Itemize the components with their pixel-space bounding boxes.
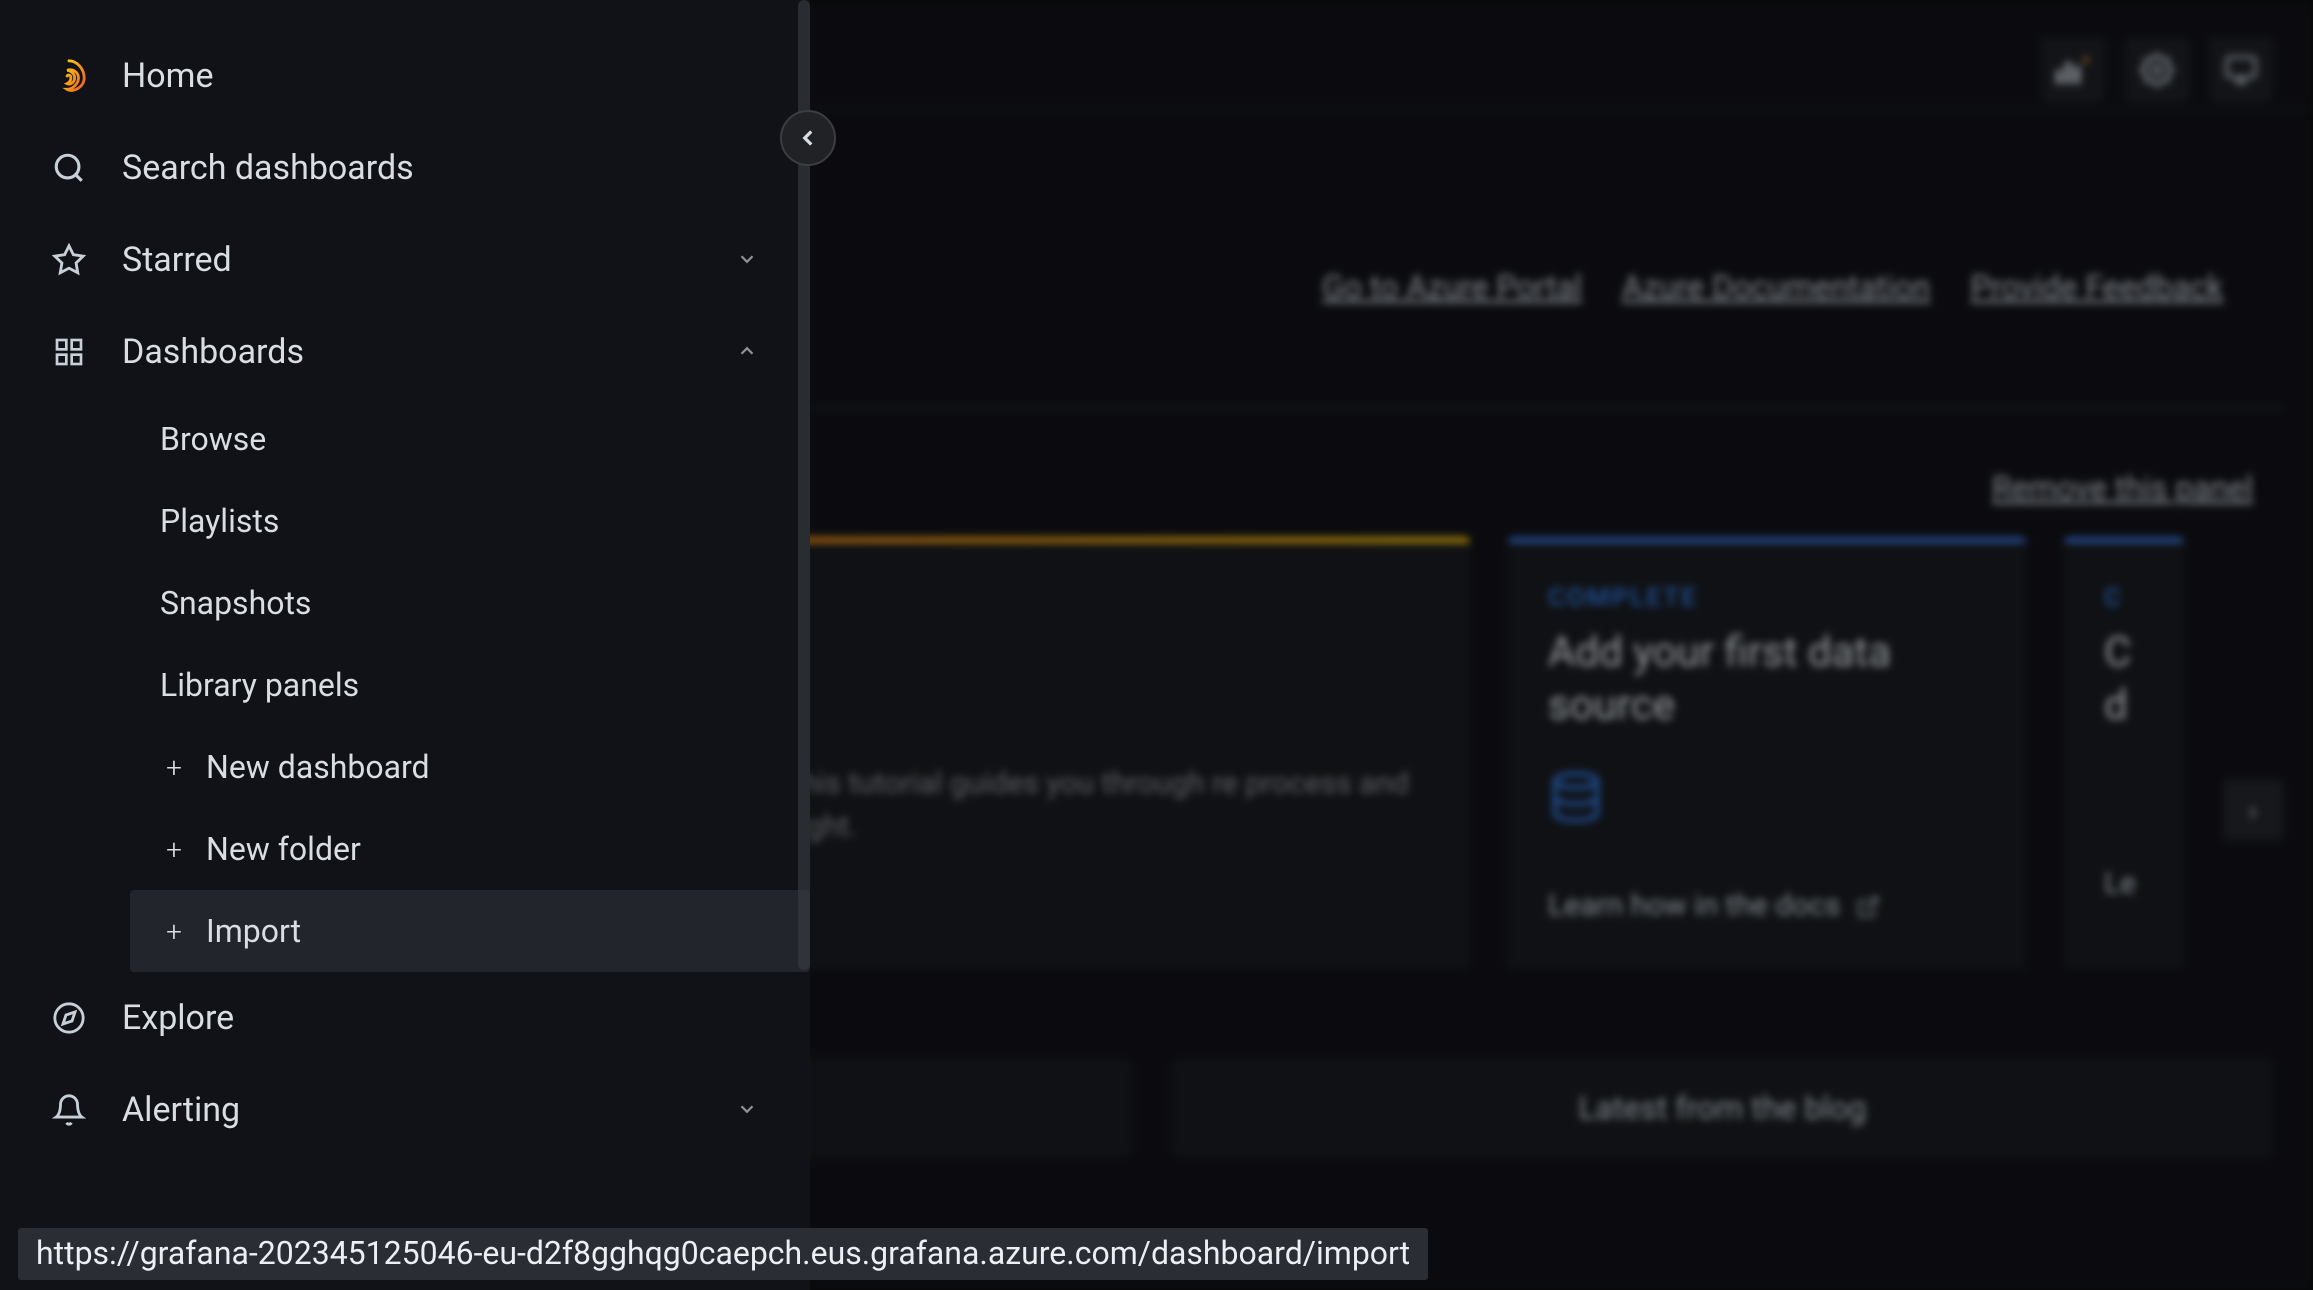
sidebar-item-label: Alerting <box>122 1090 702 1130</box>
sidebar-subitem-playlists[interactable]: Playlists <box>130 480 810 562</box>
sidebar-item-label: Dashboards <box>122 332 702 372</box>
compass-icon <box>50 999 88 1037</box>
sidebar-item-search[interactable]: Search dashboards <box>0 122 810 214</box>
sidebar-subitem-new-dashboard[interactable]: + New dashboard <box>130 726 810 808</box>
sidebar: Home Search dashboards Starred <box>0 0 810 1290</box>
chevron-up-icon <box>736 340 760 364</box>
sidebar-subitem-snapshots[interactable]: Snapshots <box>130 562 810 644</box>
plus-icon: + <box>160 917 188 945</box>
sidebar-item-home[interactable]: Home <box>0 30 810 122</box>
bell-icon <box>50 1091 88 1129</box>
grafana-logo-icon <box>50 57 88 95</box>
sidebar-item-label: Home <box>122 56 760 96</box>
status-bar-url: https://grafana-202345125046-eu-d2f8gghq… <box>18 1228 1428 1280</box>
sidebar-item-alerting[interactable]: Alerting <box>0 1064 810 1156</box>
sidebar-collapse-button[interactable] <box>780 110 836 166</box>
plus-icon: + <box>160 753 188 781</box>
sidebar-subitem-label: Browse <box>160 420 266 458</box>
sidebar-subitem-label: Snapshots <box>160 584 311 622</box>
sidebar-item-starred[interactable]: Starred <box>0 214 810 306</box>
sidebar-subitem-browse[interactable]: Browse <box>130 398 810 480</box>
sidebar-subitem-new-folder[interactable]: + New folder <box>130 808 810 890</box>
sidebar-subitem-label: Library panels <box>160 666 359 704</box>
sidebar-item-dashboards[interactable]: Dashboards <box>0 306 810 398</box>
search-icon <box>50 149 88 187</box>
sidebar-item-label: Explore <box>122 998 760 1038</box>
sidebar-subitem-library-panels[interactable]: Library panels <box>130 644 810 726</box>
chevron-down-icon <box>736 248 760 272</box>
sidebar-item-label: Starred <box>122 240 702 280</box>
sidebar-item-label: Search dashboards <box>122 148 760 188</box>
sidebar-subitem-import[interactable]: + Import <box>130 890 810 972</box>
star-icon <box>50 241 88 279</box>
chevron-down-icon <box>736 1098 760 1122</box>
grid-icon <box>50 333 88 371</box>
sidebar-item-explore[interactable]: Explore <box>0 972 810 1064</box>
sidebar-subitem-label: New folder <box>206 830 361 868</box>
sidebar-subitem-label: New dashboard <box>206 748 430 786</box>
sidebar-subitem-label: Import <box>206 912 301 950</box>
plus-icon: + <box>160 835 188 863</box>
sidebar-subitem-label: Playlists <box>160 502 279 540</box>
